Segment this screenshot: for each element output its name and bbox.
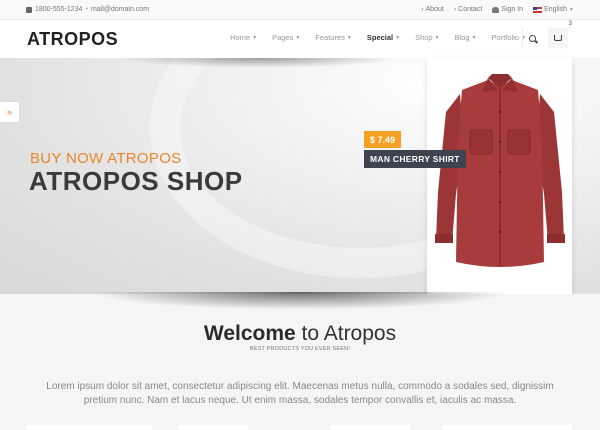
contact-link[interactable]: › Contact [454,6,482,13]
signin-label: Sign In [501,6,524,13]
nav-label: Pages [272,33,294,42]
top-bar: 1800-555-1234 • mail@domain.com › About … [0,0,600,20]
search-button[interactable] [522,28,542,48]
nav-label: Home [230,33,251,42]
chevron-right-icon: › [421,6,424,13]
welcome-heading-rest: to Atropos [295,322,397,345]
phone-icon [26,6,32,13]
about-label: About [425,6,444,13]
nav-item-home[interactable]: Home ▼ [230,33,257,42]
main-nav: Home ▼ Pages ▼ Features ▼ Special ▼ Shop ▼ Bl… [230,33,526,42]
welcome-section [0,294,600,430]
welcome-heading: Welcome to Atropos [0,322,600,346]
product-name-tag[interactable]: MAN CHERRY SHIRT [364,150,466,168]
flag-icon [533,6,543,13]
main-header: ATROPOS Home ▼ Pages ▼ Features ▼ Special ▼ … [0,20,600,58]
nav-item-features[interactable]: Features ▼ [315,33,352,42]
users-icon [492,6,500,13]
feature-card[interactable] [26,425,152,430]
chevron-down-icon: ▼ [252,34,258,41]
hero-title: ATROPOS SHOP [29,166,243,196]
feature-card[interactable] [442,425,572,430]
nav-label: Portfolio [491,33,520,42]
chevron-down-icon: ▼ [295,34,301,41]
hero-bottom-shadow [90,292,510,310]
chevron-down-icon: ▼ [346,34,352,41]
chevron-down-icon: ▼ [434,34,440,41]
cart-button[interactable]: 3 [548,21,572,48]
nav-item-pages[interactable]: Pages ▼ [272,33,300,42]
nav-item-portfolio[interactable]: Portfolio ▼ [492,33,526,42]
feature-card[interactable] [178,425,248,430]
chevron-down-icon: ▼ [471,34,477,41]
feature-card[interactable] [330,425,410,430]
nav-label: Shop [415,33,433,42]
nav-item-special[interactable]: Special ▼ [367,33,400,42]
chevron-right-icon: › [453,6,457,13]
language-selector[interactable]: English ▼ [533,6,574,13]
nav-label: Blog [454,33,470,42]
about-link[interactable]: › About [421,6,444,13]
chevron-down-icon: ▼ [395,34,401,41]
hero-subtitle: BUY NOW ATROPOS [30,150,182,167]
email-link[interactable]: mail@domain.com [91,6,149,13]
nav-label: Features [315,33,345,42]
cart-count-badge: 3 [568,21,572,27]
product-price-tag: $ 7.49 [364,131,402,148]
welcome-subtitle: BEST PRODUCTS YOU EVER SEEN! [249,346,351,352]
side-panel-toggle[interactable]: » [0,101,20,123]
site-logo[interactable]: ATROPOS [27,29,118,50]
shirt-image[interactable] [432,72,568,277]
nav-item-shop[interactable]: Shop ▼ [415,33,439,42]
welcome-heading-bold: Welcome [203,322,296,345]
chevron-down-icon: ▼ [569,6,574,13]
search-icon [529,34,536,42]
separator: • [85,6,88,13]
header-shadow [120,58,400,68]
nav-item-blog[interactable]: Blog ▼ [455,33,477,42]
top-links: › About › Contact Sign In English ▼ [421,6,574,13]
contact-info: 1800-555-1234 • mail@domain.com [26,6,149,13]
language-label: English [544,6,568,13]
nav-label: Special [366,33,394,42]
phone-number[interactable]: 1800-555-1234 [35,6,83,13]
double-chevron-right-icon: » [6,107,12,117]
cart-icon [554,35,562,41]
contact-label: Contact [458,6,483,13]
welcome-text: Lorem ipsum dolor sit amet, consectetur … [46,381,554,406]
signin-link[interactable]: Sign In [492,6,523,13]
